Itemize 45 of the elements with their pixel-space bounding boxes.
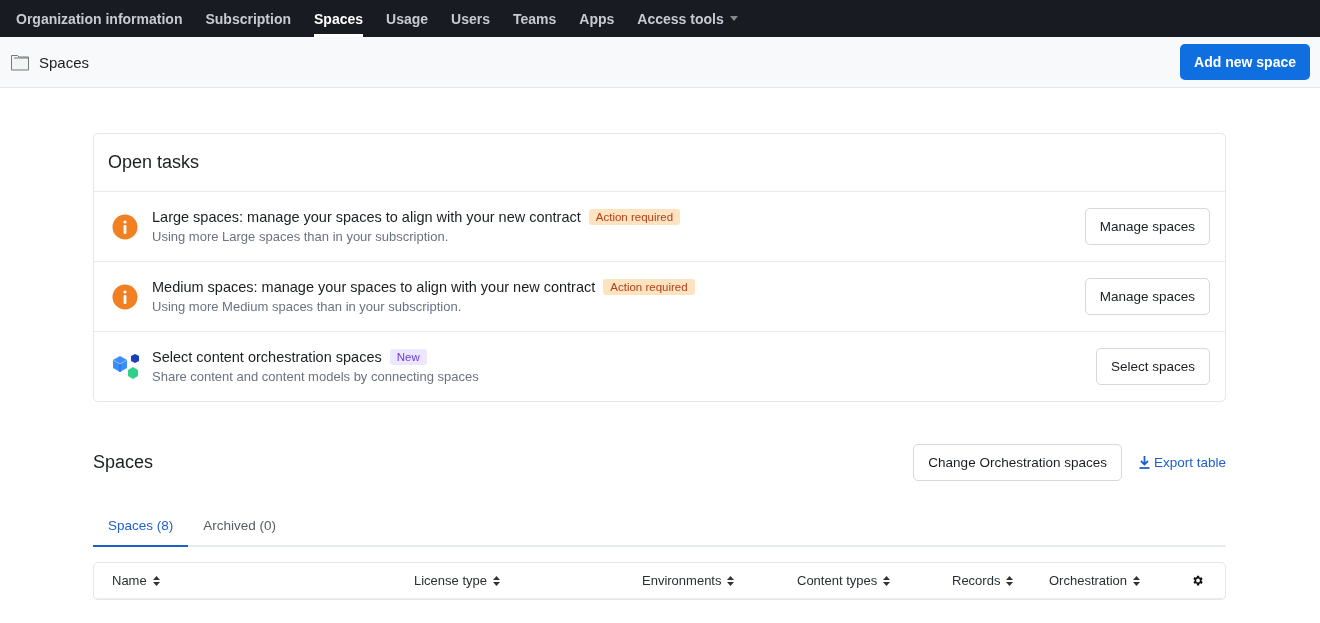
column-header[interactable]: License type bbox=[414, 573, 487, 588]
status-badge: Action required bbox=[588, 209, 681, 225]
add-space-button[interactable]: Add new space bbox=[1180, 44, 1310, 80]
section-title: Spaces bbox=[93, 451, 154, 473]
cubes-icon bbox=[112, 353, 140, 380]
tab[interactable]: Spaces (8) bbox=[93, 505, 189, 547]
download-icon bbox=[1138, 455, 1150, 469]
task-description: Share content and content models by connecting spaces bbox=[152, 369, 480, 384]
nav-tab[interactable]: Organization information bbox=[16, 0, 183, 37]
export-link[interactable]: Export table bbox=[1138, 454, 1226, 470]
sort-icon bbox=[493, 575, 500, 586]
info-icon bbox=[112, 283, 138, 310]
sort-icon bbox=[727, 575, 735, 586]
nav-tab[interactable]: Teams bbox=[513, 0, 557, 37]
task-title: Select content orchestration spaces bbox=[152, 349, 382, 365]
column-header[interactable]: Environments bbox=[642, 573, 722, 588]
task-title: Medium spaces: manage your spaces to align with your new contract bbox=[152, 279, 596, 295]
status-badge: New bbox=[389, 349, 427, 365]
task-button[interactable]: Select spaces bbox=[1095, 348, 1210, 385]
task-description: Using more Medium spaces than in your subscription. bbox=[152, 299, 463, 314]
settings-icon[interactable] bbox=[1191, 574, 1204, 587]
nav-tab[interactable]: Access tools bbox=[637, 0, 738, 37]
nav-tab[interactable]: Apps bbox=[579, 0, 615, 37]
column-header[interactable]: Orchestration bbox=[1049, 573, 1128, 588]
status-badge: Action required bbox=[603, 279, 695, 295]
page-title: Spaces bbox=[39, 53, 90, 71]
column-header[interactable]: Records bbox=[952, 573, 1001, 588]
sort-icon bbox=[1006, 575, 1014, 586]
column-header[interactable]: Name bbox=[112, 573, 147, 588]
nav-tab[interactable]: Users bbox=[451, 0, 490, 37]
tab[interactable]: Archived (0) bbox=[188, 505, 292, 545]
folder-icon bbox=[10, 52, 30, 72]
task-button[interactable]: Manage spaces bbox=[1084, 208, 1210, 245]
nav-tab[interactable]: Subscription bbox=[205, 0, 291, 37]
task-title: Large spaces: manage your spaces to align with your new contract bbox=[152, 209, 581, 225]
card-title: Open tasks bbox=[108, 152, 200, 173]
info-icon bbox=[112, 213, 138, 240]
sort-icon bbox=[152, 575, 160, 586]
nav-tab[interactable]: Usage bbox=[386, 0, 429, 37]
sort-icon bbox=[883, 575, 891, 586]
task-button[interactable]: Manage spaces bbox=[1084, 278, 1210, 315]
sort-icon bbox=[1133, 575, 1141, 586]
column-header[interactable]: Content types bbox=[797, 573, 878, 588]
task-description: Using more Large spaces than in your subscription. bbox=[152, 229, 450, 244]
change-orchestration-button[interactable]: Change Orchestration spaces bbox=[913, 443, 1122, 481]
